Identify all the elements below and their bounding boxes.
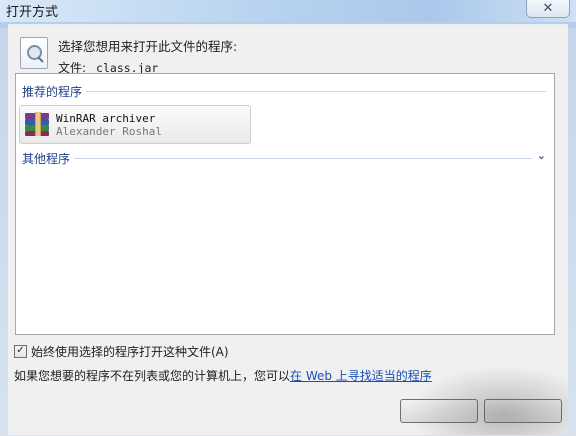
always-use-checkbox[interactable]: ✓ [14, 344, 27, 358]
group-divider [22, 91, 546, 92]
file-search-icon [20, 37, 48, 69]
group-other-label: 其他程序 [22, 150, 75, 167]
window-title: 打开方式 [6, 5, 59, 20]
watermark [408, 365, 568, 435]
title-bar: 打开方式 ✕ [0, 0, 576, 22]
program-list[interactable]: 推荐的程序 WinRAR archiver Alexander Roshal 其… [15, 73, 555, 335]
always-use-label: 始终使用选择的程序打开这种文件(A) [31, 344, 229, 359]
always-use-row[interactable]: ✓ 始终使用选择的程序打开这种文件(A) [14, 343, 229, 359]
group-recommended: 推荐的程序 [22, 83, 546, 100]
hint-text-row: 如果您想要的程序不在列表或您的计算机上，您可以在 Web 上寻找适当的程序 [14, 367, 432, 384]
close-button[interactable]: ✕ [526, 0, 570, 18]
hint-text: 如果您想要的程序不在列表或您的计算机上，您可以 [14, 369, 291, 383]
program-name: WinRAR archiver [56, 112, 156, 125]
dialog-body: 选择您想用来打开此文件的程序: 文件: class.jar 推荐的程序 WinRA… [8, 24, 568, 435]
close-icon: ✕ [542, 1, 554, 16]
chevron-down-icon[interactable]: ⌄ [537, 149, 546, 162]
program-item-winrar[interactable]: WinRAR archiver Alexander Roshal [19, 105, 251, 144]
group-divider [22, 158, 532, 159]
group-recommended-label: 推荐的程序 [22, 83, 87, 100]
prompt-text: 选择您想用来打开此文件的程序: [58, 39, 238, 54]
group-other[interactable]: 其他程序 ⌄ [22, 149, 546, 167]
checkmark-icon: ✓ [16, 345, 25, 356]
program-vendor: Alexander Roshal [56, 125, 162, 138]
open-with-dialog: 打开方式 ✕ 选择您想用来打开此文件的程序: 文件: class.jar 推荐的程… [0, 0, 576, 436]
winrar-icon [25, 112, 49, 136]
